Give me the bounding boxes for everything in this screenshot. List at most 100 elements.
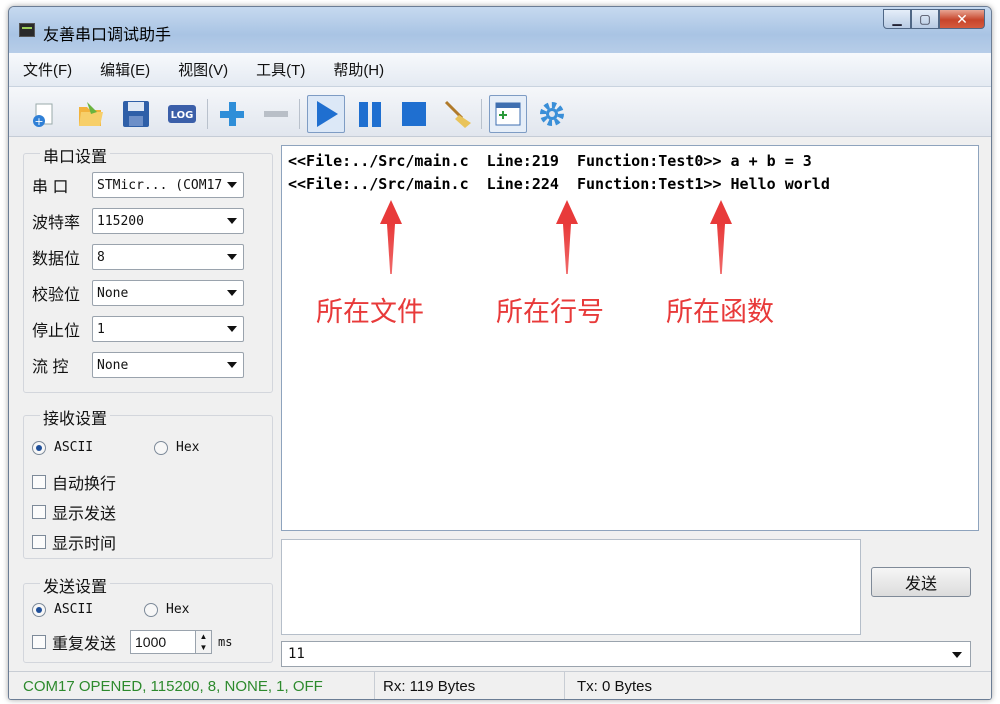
send-button[interactable]: 发送: [871, 567, 971, 597]
menu-view[interactable]: 视图(V): [178, 59, 228, 80]
close-button[interactable]: ✕: [939, 9, 985, 29]
receive-output[interactable]: <<File:../Src/main.c Line:219 Function:T…: [281, 145, 979, 531]
receive-settings-group: 接收设置 ASCII Hex 自动换行 显示发送 显示时间: [23, 405, 273, 559]
connection-status: COM17 OPENED, 115200, 8, NONE, 1, OFF: [9, 672, 375, 699]
auto-newline-row: 自动换行: [32, 470, 116, 494]
chevron-down-icon: [227, 326, 237, 332]
window-title: 友善串口调试助手: [43, 27, 172, 44]
stopbits-label: 停止位: [32, 323, 81, 340]
stepper-up-icon[interactable]: ▲: [196, 631, 211, 642]
plus-icon[interactable]: [215, 97, 249, 131]
tx-count: Tx: 0 Bytes: [577, 678, 653, 695]
app-logo-icon: [19, 23, 35, 37]
stop-icon[interactable]: [397, 97, 431, 131]
send-hex-label: Hex: [166, 602, 190, 617]
window-controls: ▁ ▢ ✕: [883, 9, 985, 29]
receive-hex-label: Hex: [176, 440, 200, 455]
parity-value: None: [97, 285, 129, 301]
play-icon[interactable]: [307, 95, 345, 133]
repeat-row: 重复发送 1000 ▲ ▼ ms: [32, 630, 232, 654]
save-icon[interactable]: [119, 97, 153, 131]
show-send-checkbox[interactable]: [32, 505, 46, 519]
repeat-send-checkbox[interactable]: [32, 635, 46, 649]
toolbar: + LOG: [9, 87, 991, 137]
stopbits-select[interactable]: 1: [92, 316, 244, 342]
send-settings-group: 发送设置 ASCII Hex 重复发送 1000 ▲ ▼ ms: [23, 573, 273, 663]
stopbits-row: 停止位 1: [32, 316, 244, 342]
menu-file[interactable]: 文件(F): [23, 59, 72, 80]
title-bar: 友善串口调试助手 ▁ ▢ ✕: [9, 7, 991, 53]
receive-hex-radio[interactable]: [154, 440, 168, 455]
port-select[interactable]: STMicr... (COM17: [92, 172, 244, 198]
chevron-down-icon: [227, 290, 237, 296]
interval-stepper[interactable]: ▲ ▼: [196, 630, 212, 654]
databits-value: 8: [97, 249, 105, 265]
maximize-icon: ▢: [919, 12, 931, 26]
parity-select[interactable]: None: [92, 280, 244, 306]
send-mode-row: ASCII Hex: [32, 602, 189, 617]
menu-edit[interactable]: 编辑(E): [100, 59, 150, 80]
flow-value: None: [97, 357, 129, 373]
baud-select[interactable]: 115200: [92, 208, 244, 234]
window-add-icon[interactable]: [489, 95, 527, 133]
chevron-down-icon: [227, 362, 237, 368]
stepper-down-icon[interactable]: ▼: [196, 642, 211, 653]
serial-settings-group: 串口设置 串 口 STMicr... (COM17 波特率 115200 数据位…: [23, 143, 273, 393]
port-value: STMicr... (COM17: [97, 177, 223, 193]
annotation-arrow-function: [710, 200, 732, 274]
auto-newline-checkbox[interactable]: [32, 475, 46, 489]
menu-help[interactable]: 帮助(H): [333, 59, 384, 80]
interval-unit: ms: [218, 635, 233, 649]
maximize-button[interactable]: ▢: [911, 9, 939, 29]
chevron-down-icon: [227, 254, 237, 260]
menu-bar: 文件(F) 编辑(E) 视图(V) 工具(T) 帮助(H): [9, 53, 991, 87]
parity-label: 校验位: [32, 287, 81, 304]
minimize-icon: ▁: [892, 12, 902, 26]
stopbits-value: 1: [97, 321, 105, 337]
databits-select[interactable]: 8: [92, 244, 244, 270]
minimize-button[interactable]: ▁: [883, 9, 911, 29]
open-folder-icon[interactable]: [73, 97, 107, 131]
chevron-down-icon: [227, 182, 237, 188]
baud-value: 115200: [97, 213, 144, 229]
status-bar: COM17 OPENED, 115200, 8, NONE, 1, OFF Rx…: [9, 671, 991, 699]
new-file-icon[interactable]: +: [27, 97, 61, 131]
show-time-label: 显示时间: [52, 536, 117, 553]
send-hex-radio[interactable]: [144, 602, 158, 617]
show-time-checkbox[interactable]: [32, 535, 46, 549]
serial-settings-title: 串口设置: [40, 143, 111, 167]
interval-value: 1000: [135, 634, 167, 650]
send-ascii-radio[interactable]: [32, 602, 46, 617]
send-input[interactable]: [281, 539, 861, 635]
repeat-send-label: 重复发送: [52, 636, 117, 653]
send-history-value: 11: [288, 646, 305, 662]
minus-icon[interactable]: [259, 97, 293, 131]
send-ascii-label: ASCII: [54, 602, 94, 617]
rx-count: Rx: 119 Bytes: [375, 672, 565, 699]
send-history-select[interactable]: 11: [281, 641, 971, 667]
show-send-row: 显示发送: [32, 500, 116, 524]
pause-icon[interactable]: [353, 97, 387, 131]
receive-ascii-label: ASCII: [54, 440, 94, 455]
flow-label: 流 控: [32, 359, 69, 376]
flow-select[interactable]: None: [92, 352, 244, 378]
baud-row: 波特率 115200: [32, 208, 244, 234]
annotation-function: 所在函数: [666, 297, 774, 328]
receive-ascii-radio[interactable]: [32, 440, 46, 455]
annotation-file: 所在文件: [316, 297, 424, 328]
receive-mode-row: ASCII Hex: [32, 440, 199, 455]
interval-input[interactable]: 1000: [130, 630, 196, 654]
svg-text:LOG: LOG: [171, 110, 194, 121]
port-label: 串 口: [32, 179, 69, 196]
gear-icon[interactable]: [535, 97, 569, 131]
show-send-label: 显示发送: [52, 506, 117, 523]
menu-tools[interactable]: 工具(T): [256, 59, 305, 80]
app-window: 友善串口调试助手 ▁ ▢ ✕ 文件(F) 编辑(E) 视图(V) 工具(T) 帮…: [8, 6, 992, 700]
baud-label: 波特率: [32, 215, 81, 232]
databits-row: 数据位 8: [32, 244, 244, 270]
auto-newline-label: 自动换行: [52, 476, 117, 493]
databits-label: 数据位: [32, 251, 81, 268]
log-icon[interactable]: LOG: [165, 97, 199, 131]
broom-icon[interactable]: [441, 97, 475, 131]
show-time-row: 显示时间: [32, 530, 116, 554]
